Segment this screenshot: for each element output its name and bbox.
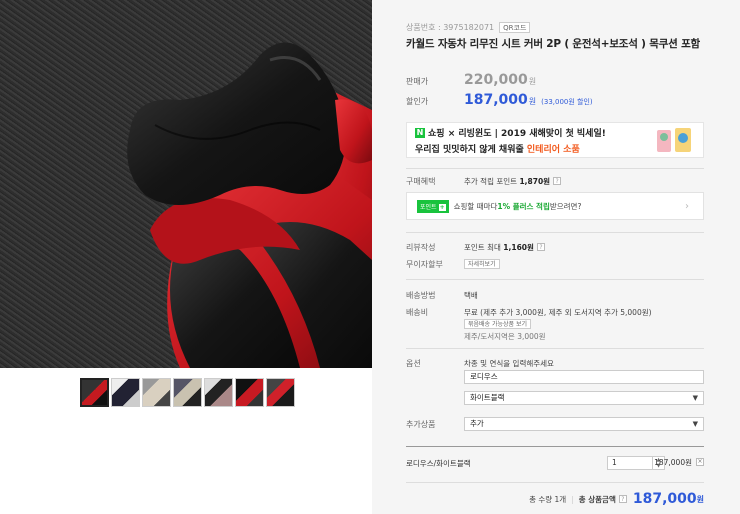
list-price-value: 220,000 [464, 72, 528, 88]
review-text: 포인트 최대 [464, 242, 504, 252]
discount-amount: (33,000원 할인) [541, 98, 593, 106]
point-text-suffix: 받으려면? [549, 201, 582, 211]
divider [406, 232, 704, 233]
divider [406, 482, 704, 483]
shipping-method-row: 배송방법 택배 [406, 289, 704, 301]
naver-n-icon: N [415, 127, 425, 138]
benefit-label: 구매혜택 [406, 176, 436, 186]
shipping-method-value: 택배 [464, 290, 478, 300]
extra-product-select[interactable]: 추가 ▼ [464, 417, 704, 431]
sale-price-value: 187,000 [464, 92, 528, 108]
product-code: 상품번호 : 3975182071 [406, 22, 495, 32]
total-help-icon[interactable]: ? [618, 495, 627, 503]
list-price-row: 판매가 220,000 원 [406, 72, 704, 88]
chevron-right-icon: › [685, 201, 689, 212]
point-plus-box[interactable]: 포인트 + 쇼핑할 때마다 1% 플러스 적립 받으려면? › [406, 192, 704, 220]
benefit-text: 추가 적립 포인트 [464, 176, 520, 186]
bundle-shipping-button[interactable]: 묶음배송 가능상품 보기 [464, 319, 532, 329]
island-row: 제주/도서지역은 3,000원 [406, 331, 704, 341]
benefit-help-icon[interactable]: ? [553, 177, 562, 185]
shipping-fee-value: 무료 (제주 추가 3,000원, 제주 외 도서지역 추가 5,000원) [464, 307, 652, 317]
shipping-fee-row: 배송비 무료 (제주 추가 3,000원, 제주 외 도서지역 추가 5,000… [406, 306, 704, 318]
thumbnail-7[interactable] [266, 378, 295, 407]
extra-select-value: 추가 [470, 419, 484, 428]
product-gallery [0, 0, 372, 514]
chevron-down-icon: ▼ [692, 394, 698, 402]
installment-row: 무이자할부 자세히보기 [406, 258, 704, 270]
bundle-row: 묶음배송 가능상품 보기 [406, 319, 704, 329]
divider [406, 348, 704, 349]
chevron-down-icon: ▼ [692, 420, 698, 428]
point-text-highlight: 1% 플러스 적립 [497, 201, 550, 211]
thumbnail-1[interactable] [80, 378, 109, 407]
option-label: 옵션 [406, 358, 421, 368]
shipping-method-label: 배송방법 [406, 290, 436, 300]
color-select-value: 화이트블랙 [470, 393, 505, 402]
total-row: 총 수량 1개 | 총 상품금액 ? 187,000 원 [529, 491, 704, 507]
total-quantity: 총 수량 1개 [529, 494, 567, 504]
installment-label: 무이자할부 [406, 259, 443, 269]
divider [406, 279, 704, 280]
thumbnail-6[interactable] [235, 378, 264, 407]
list-price-label: 판매가 [406, 77, 429, 86]
review-value: 1,160원 [503, 242, 534, 252]
product-info-panel: 상품번호 : 3975182071 QR코드 카월드 자동차 리무진 시트 커버… [372, 0, 740, 514]
shipping-fee-label: 배송비 [406, 307, 429, 317]
selected-option-name: 로디우스/화이트블랙 [406, 458, 471, 468]
sale-price-label: 할인가 [406, 97, 429, 106]
thumbnail-5[interactable] [204, 378, 233, 407]
thumbnail-4[interactable] [173, 378, 202, 407]
point-tag: 포인트 + [417, 199, 449, 213]
option-hint: 차종 및 연식을 입력해주세요 [464, 358, 554, 368]
review-row: 리뷰작성 포인트 최대 1,160원 ? [406, 241, 704, 253]
promo-banner[interactable]: N 쇼핑 × 리빙윈도 | 2019 새해맞이 첫 빅세일! 우리집 밋밋하지 … [406, 122, 704, 158]
qr-code-button[interactable]: QR코드 [499, 21, 531, 33]
banner-highlight: 인테리어 소품 [526, 145, 580, 155]
review-label: 리뷰작성 [406, 242, 436, 252]
option-row: 옵션 차종 및 연식을 입력해주세요 [406, 357, 704, 369]
sale-price-row: 할인가 187,000 원 (33,000원 할인) [406, 92, 704, 108]
sale-price-unit: 원 [528, 97, 537, 106]
thumbnail-3[interactable] [142, 378, 171, 407]
car-model-input[interactable]: 로디우스 [464, 370, 704, 384]
selected-option-item: 로디우스/화이트블랙 1 ▲ ▼ 187,000원 × [406, 447, 704, 479]
banner-headline: 쇼핑 × 리빙윈도 | 2019 새해맞이 첫 빅세일! [428, 129, 606, 139]
total-label: 총 상품금액 [578, 494, 616, 504]
banner-subline: 우리집 밋밋하지 않게 채워줄 [415, 145, 527, 155]
remove-option-icon[interactable]: × [696, 458, 704, 466]
detail-view-button[interactable]: 자세히보기 [464, 259, 500, 269]
seat-illustration [127, 42, 372, 368]
review-help-icon[interactable]: ? [536, 243, 545, 251]
total-amount: 187,000 [632, 491, 697, 507]
quantity-value: 1 [612, 458, 617, 467]
color-select[interactable]: 화이트블랙 ▼ [464, 391, 704, 405]
point-text-prefix: 쇼핑할 때마다 [453, 201, 498, 211]
benefit-value: 1,870원 [519, 176, 551, 186]
extra-product-label: 추가상품 [406, 419, 436, 429]
product-code-row: 상품번호 : 3975182071 QR코드 [406, 20, 704, 34]
selected-option-price: 187,000원 [654, 458, 692, 467]
product-title: 카월드 자동차 리무진 시트 커버 2P ( 운전석+보조석 ) 목쿠션 포함 [406, 38, 700, 50]
banner-illustration-icon [657, 128, 691, 152]
main-product-image[interactable] [0, 0, 372, 368]
thumbnail-strip [80, 378, 295, 407]
total-unit: 원 [696, 494, 704, 504]
plus-icon: + [438, 203, 446, 211]
thumbnail-2[interactable] [111, 378, 140, 407]
list-price-unit: 원 [528, 77, 537, 86]
divider [406, 168, 704, 169]
island-note: 제주/도서지역은 3,000원 [464, 331, 546, 341]
purchase-benefit-row: 구매혜택 추가 적립 포인트 1,870원 ? [406, 175, 704, 187]
